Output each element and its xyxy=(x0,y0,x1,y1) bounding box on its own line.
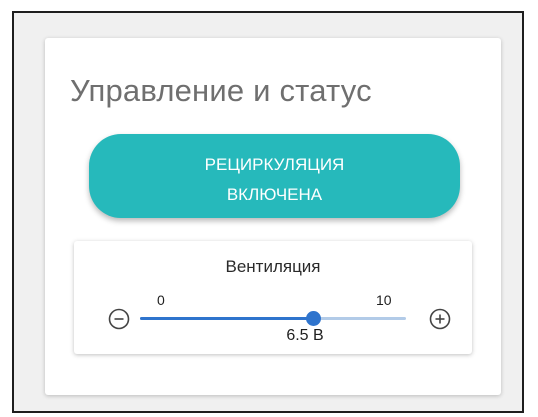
minus-circle-icon[interactable] xyxy=(107,307,131,331)
ventilation-panel: Вентиляция 0 10 6.5 В xyxy=(74,241,472,354)
ventilation-slider[interactable] xyxy=(140,311,406,326)
slider-thumb[interactable] xyxy=(306,311,321,326)
recirculation-toggle-button[interactable]: РЕЦИРКУЛЯЦИЯ ВКЛЮЧЕНА xyxy=(89,134,460,218)
slider-min-label: 0 xyxy=(157,292,165,308)
slider-fill xyxy=(140,317,313,320)
control-status-card: Управление и статус РЕЦИРКУЛЯЦИЯ ВКЛЮЧЕН… xyxy=(45,38,501,395)
plus-circle-icon[interactable] xyxy=(428,307,452,331)
recirculation-label-line2: ВКЛЮЧЕНА xyxy=(226,185,323,204)
ventilation-title: Вентиляция xyxy=(225,257,321,276)
window-frame: Управление и статус РЕЦИРКУЛЯЦИЯ ВКЛЮЧЕН… xyxy=(12,11,524,413)
card-title: Управление и статус xyxy=(70,73,372,108)
recirculation-label-line1: РЕЦИРКУЛЯЦИЯ xyxy=(204,155,345,174)
slider-max-label: 10 xyxy=(376,292,392,308)
slider-value-label: 6.5 В xyxy=(286,327,324,344)
